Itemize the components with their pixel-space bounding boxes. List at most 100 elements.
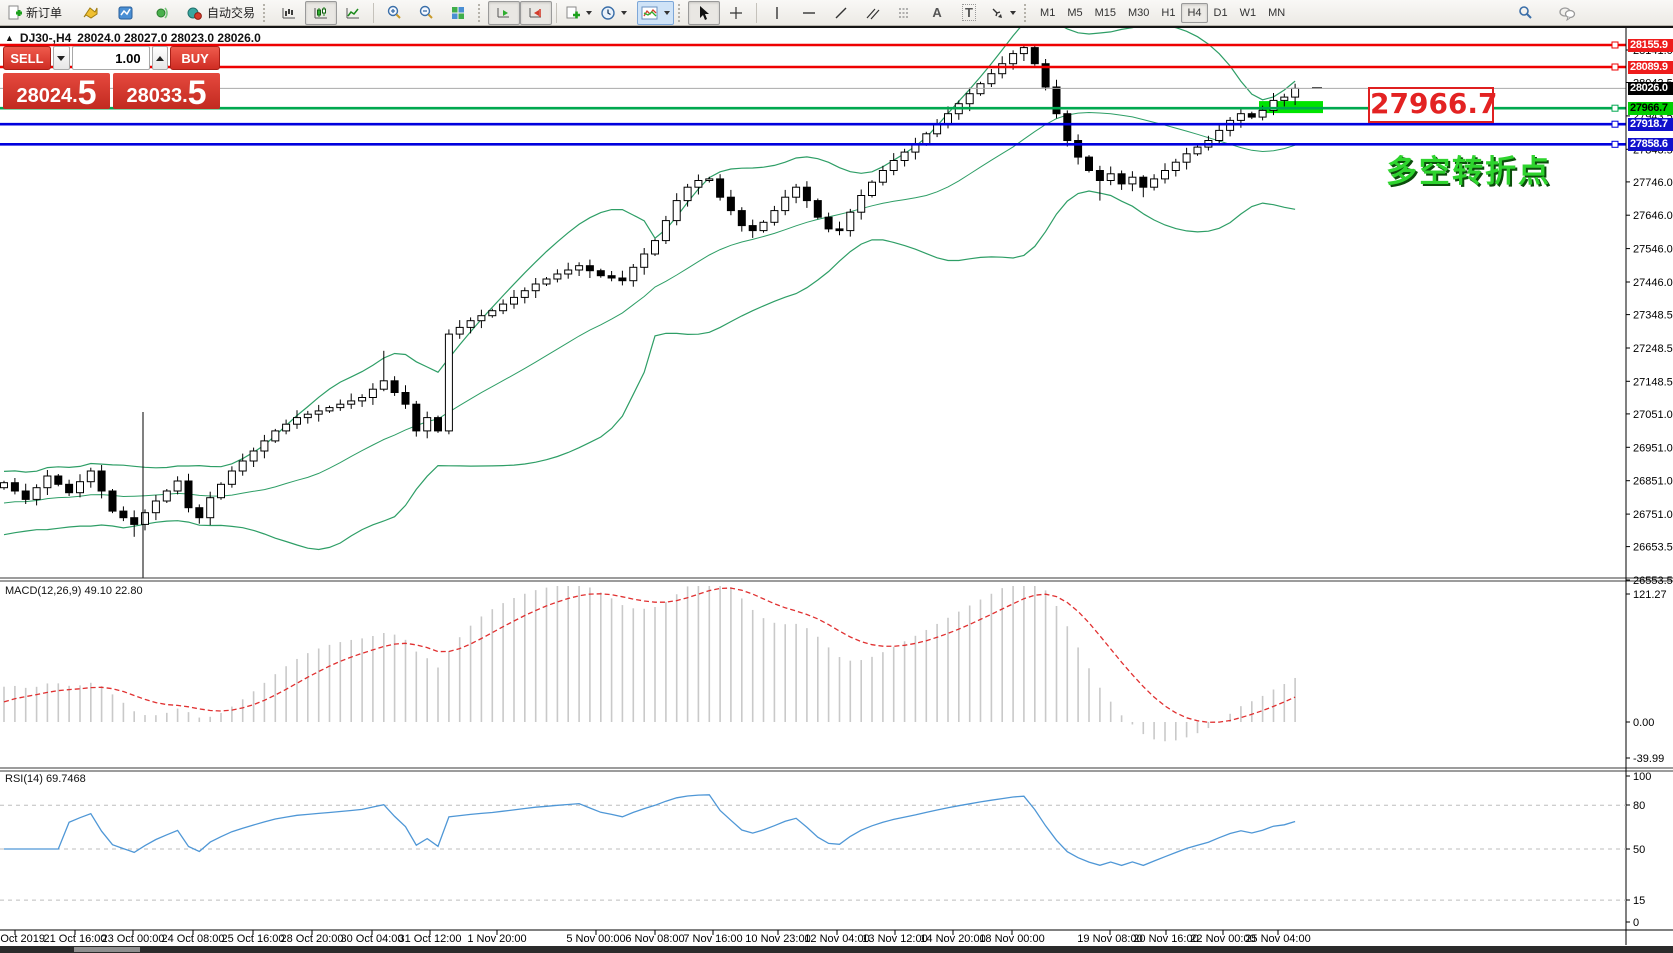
candle-body	[630, 267, 637, 280]
timeframe-m15[interactable]: M15	[1089, 3, 1122, 23]
tile-windows-button[interactable]	[442, 1, 474, 25]
auto-trading-label: 自动交易	[207, 4, 255, 21]
line-handle[interactable]	[1612, 64, 1618, 70]
candle-body	[359, 398, 366, 401]
horizontal-scrollbar[interactable]	[0, 946, 1673, 953]
expand-arrow-icon[interactable]: ▲	[5, 33, 14, 43]
scrollbar-thumb[interactable]	[74, 947, 140, 952]
candle-body	[120, 511, 127, 518]
candle-body	[554, 274, 561, 279]
bar-chart-button[interactable]	[273, 1, 305, 25]
candle-body	[1216, 130, 1223, 140]
zoom-out-button[interactable]	[410, 1, 442, 25]
market-watch-button[interactable]	[110, 1, 142, 25]
chart-shift-button[interactable]	[520, 1, 552, 25]
candlestick-chart-button[interactable]	[305, 1, 337, 25]
volume-decrease-button[interactable]	[53, 46, 70, 70]
candle-body	[803, 187, 810, 200]
new-chart-dropdown[interactable]	[561, 1, 596, 25]
buy-price-display[interactable]: 28033. 5	[113, 73, 220, 109]
candle-body	[272, 431, 279, 441]
new-order-button[interactable]: 新订单	[3, 1, 66, 25]
zoom-in-button[interactable]	[378, 1, 410, 25]
x-axis-label: 28 Oct 20:00	[281, 933, 344, 945]
chart-period-dropdown[interactable]	[596, 1, 631, 25]
candle-body	[402, 393, 409, 405]
indicator-list-icon	[81, 5, 99, 21]
x-axis-label: 12 Nov 04:00	[804, 933, 869, 945]
indicator-list-button[interactable]	[74, 1, 106, 25]
signals-button[interactable]	[146, 1, 178, 25]
candle-body	[369, 389, 376, 397]
candle-body	[66, 484, 73, 492]
timeframe-m5[interactable]: M5	[1061, 3, 1088, 23]
sell-price-display[interactable]: 28024. 5	[3, 73, 110, 109]
candle-body	[196, 508, 203, 518]
arrows-dropdown[interactable]	[985, 1, 1020, 25]
volume-increase-button[interactable]	[152, 46, 169, 70]
axis-tick-label: -39.99	[1633, 753, 1664, 765]
fibonacci-tool[interactable]	[889, 1, 921, 25]
candle-body	[1118, 174, 1125, 184]
cursor-button[interactable]	[688, 1, 720, 25]
crosshair-button[interactable]	[720, 1, 752, 25]
toolbar-grip	[478, 4, 484, 22]
auto-scroll-button[interactable]	[488, 1, 520, 25]
candle-body	[174, 481, 181, 491]
candle-body	[1, 483, 8, 488]
auto-trading-button[interactable]: 自动交易	[182, 1, 259, 25]
search-button[interactable]	[1509, 1, 1541, 25]
label-tool[interactable]: T	[953, 1, 985, 25]
vertical-line-icon	[771, 5, 783, 21]
price-callout-box[interactable]: 27966.7	[1368, 87, 1494, 123]
new-chart-icon	[565, 5, 581, 21]
zoom-in-icon	[386, 5, 403, 21]
buy-button[interactable]: BUY	[170, 46, 220, 70]
line-handle[interactable]	[1612, 121, 1618, 127]
x-axis-label: 24 Oct 08:00	[162, 933, 225, 945]
bar-chart-icon	[281, 5, 297, 21]
template-icon	[641, 5, 659, 21]
candle-body	[576, 266, 583, 270]
timeframe-m30[interactable]: M30	[1122, 3, 1155, 23]
toolbar-grip	[678, 4, 684, 22]
candle-body	[999, 64, 1006, 74]
axis-tick-label: 27646.0	[1633, 210, 1673, 222]
chat-button[interactable]	[1551, 1, 1583, 25]
chart-shift-icon	[528, 5, 544, 21]
line-handle[interactable]	[1612, 141, 1618, 147]
timeframe-mn[interactable]: MN	[1262, 3, 1291, 23]
text-tool[interactable]: A	[921, 1, 953, 25]
search-icon	[1517, 5, 1533, 21]
fibonacci-icon	[897, 5, 913, 21]
volume-input[interactable]	[72, 46, 150, 70]
timeframe-m1[interactable]: M1	[1034, 3, 1061, 23]
line-handle[interactable]	[1612, 42, 1618, 48]
main-chart-svg: 28141.028043.527943.527843.527746.027646…	[0, 0, 1673, 953]
candle-body	[239, 461, 246, 471]
cursor-icon	[697, 5, 711, 21]
sell-button[interactable]: SELL	[3, 46, 51, 70]
x-axis-label: 13 Nov 12:00	[862, 933, 927, 945]
vertical-line-tool[interactable]	[761, 1, 793, 25]
timeframe-h1[interactable]: H1	[1155, 3, 1181, 23]
chart-template-dropdown[interactable]	[637, 1, 674, 25]
channel-tool[interactable]	[857, 1, 889, 25]
candle-body	[879, 171, 886, 183]
axis-tick-label: 27446.0	[1633, 277, 1673, 289]
candle-body	[1086, 157, 1093, 170]
line-handle[interactable]	[1612, 105, 1618, 111]
timeframe-h4[interactable]: H4	[1181, 3, 1207, 23]
line-chart-button[interactable]	[337, 1, 369, 25]
horizontal-line-tool[interactable]	[793, 1, 825, 25]
timeframe-d1[interactable]: D1	[1208, 3, 1234, 23]
trendline-tool[interactable]	[825, 1, 857, 25]
chart-annotation-text[interactable]: 多空转折点	[1386, 146, 1551, 191]
candle-body	[1183, 154, 1190, 162]
x-axis-label: 18 Oct 2019	[0, 933, 45, 945]
buy-price-big-digit: 5	[188, 79, 207, 107]
candle-body	[1075, 141, 1082, 158]
candle-body	[467, 321, 474, 328]
x-axis-label: 31 Oct 12:00	[399, 933, 462, 945]
timeframe-w1[interactable]: W1	[1234, 3, 1263, 23]
